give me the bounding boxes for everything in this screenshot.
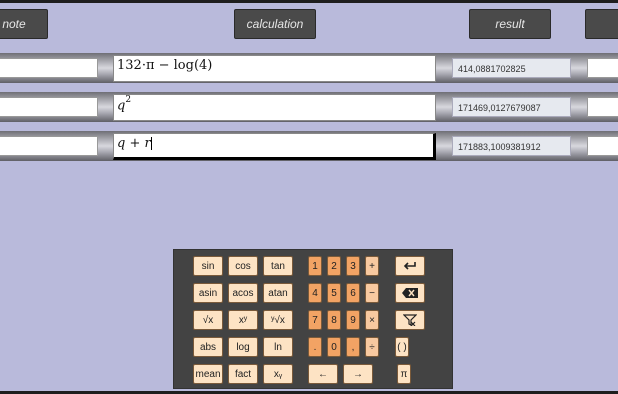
pi-key[interactable]: π [397,364,411,384]
digit-4-key[interactable]: 4 [308,283,322,303]
acos-key[interactable]: acos [228,283,258,303]
right-arrow-key[interactable]: → [343,364,373,384]
subscript-key[interactable]: xᵧ [263,364,293,384]
result-field: 414,0881702825 [452,58,571,78]
digit-7-key[interactable]: 7 [308,310,322,330]
expression-row-1: 132·π − log(4) 414,0881702825 [0,53,618,83]
asin-key[interactable]: asin [193,283,223,303]
note-field[interactable] [0,97,98,117]
result-header-button[interactable]: result [469,9,551,39]
fact-key[interactable]: fact [228,364,258,384]
calculator-keypad: sin cos tan asin acos atan √x xʸ ʸ√x abs… [173,249,453,389]
sqrt-key[interactable]: √x [193,310,223,330]
divide-key[interactable]: ÷ [365,337,379,357]
digit-6-key[interactable]: 6 [346,283,360,303]
extra-field[interactable] [587,136,618,156]
minus-key[interactable]: − [365,283,379,303]
tan-key[interactable]: tan [263,256,293,276]
result-field: 171469,0127679087 [452,97,571,117]
abs-key[interactable]: abs [193,337,223,357]
digit-3-key[interactable]: 3 [346,256,360,276]
left-arrow-key[interactable]: ← [308,364,338,384]
note-field[interactable] [0,136,98,156]
extra-field[interactable] [587,97,618,117]
parentheses-key[interactable]: ( ) [395,337,409,357]
comma-key[interactable]: , [346,337,360,357]
backspace-key[interactable] [395,283,425,303]
nth-root-key[interactable]: ʸ√x [263,310,293,330]
plus-key[interactable]: + [365,256,379,276]
digit-5-key[interactable]: 5 [327,283,341,303]
calculation-field[interactable]: 132·π − log(4) [113,55,436,82]
text-caret [150,137,152,150]
digit-1-key[interactable]: 1 [308,256,322,276]
digit-0-key[interactable]: 0 [327,337,341,357]
calculation-field[interactable]: q2 [113,94,436,121]
header-bar: note calculation result [0,0,618,44]
calculation-header-button[interactable]: calculation [234,9,316,39]
digit-8-key[interactable]: 8 [327,310,341,330]
note-header-button[interactable]: note [0,9,48,39]
clear-icon [403,314,417,326]
expression-row-3: q + r 171883,1009381912 [0,131,618,161]
log-key[interactable]: log [228,337,258,357]
decimal-key[interactable]: . [308,337,322,357]
mean-key[interactable]: mean [193,364,223,384]
result-field: 171883,1009381912 [452,136,571,156]
digit-2-key[interactable]: 2 [327,256,341,276]
extra-header-button[interactable] [585,9,618,39]
note-field[interactable] [0,58,98,78]
cos-key[interactable]: cos [228,256,258,276]
power-key[interactable]: xʸ [228,310,258,330]
sin-key[interactable]: sin [193,256,223,276]
clear-key[interactable] [395,310,425,330]
calculation-text: 132·π − log(4) [117,58,213,73]
ln-key[interactable]: ln [263,337,293,357]
digit-9-key[interactable]: 9 [346,310,360,330]
extra-field[interactable] [587,58,618,78]
calculation-field-active[interactable]: q + r [113,133,436,160]
calculation-exponent: 2 [125,95,132,105]
multiply-key[interactable]: × [365,310,379,330]
enter-key[interactable] [395,256,425,276]
atan-key[interactable]: atan [263,283,293,303]
expression-row-2: q2 171469,0127679087 [0,92,618,122]
backspace-icon [402,288,418,298]
calculation-text: q + r [117,136,151,151]
enter-icon [403,262,416,270]
